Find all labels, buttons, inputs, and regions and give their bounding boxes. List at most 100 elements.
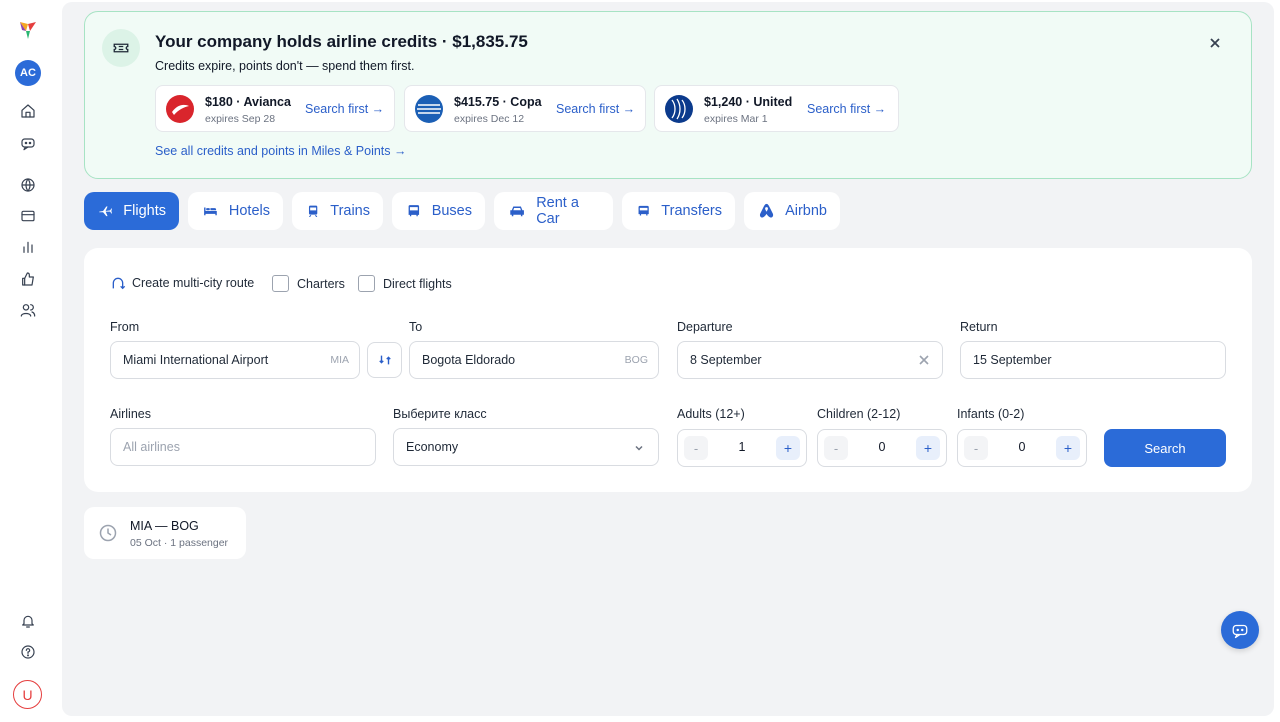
- flight-search-panel: Create multi-city route Charters Direct …: [84, 248, 1252, 492]
- close-icon[interactable]: [1209, 36, 1225, 52]
- adults-stepper: - 1 +: [677, 429, 807, 467]
- increment-button[interactable]: +: [776, 436, 800, 460]
- departure-value: 8 September: [690, 353, 762, 367]
- chat-bot-icon[interactable]: [16, 131, 40, 155]
- banner-title: Your company holds airline credits · $1,…: [155, 32, 528, 51]
- recent-route: MIA — BOG: [130, 519, 199, 533]
- direct-flights-label: Direct flights: [383, 276, 452, 291]
- swap-icon: [378, 355, 391, 365]
- children-value: 0: [878, 440, 886, 454]
- bed-icon: [204, 207, 217, 216]
- charters-checkbox[interactable]: Charters: [272, 275, 345, 292]
- transfer-icon: [638, 205, 649, 216]
- route-icon: [112, 277, 126, 290]
- tab-label: Trains: [330, 203, 370, 219]
- search-first-link[interactable]: Search first →: [556, 102, 635, 116]
- ticket-icon: [102, 29, 140, 67]
- infants-label: Infants (0-2): [957, 407, 1025, 421]
- copa-logo-icon: [415, 95, 443, 123]
- decrement-button[interactable]: -: [684, 436, 708, 460]
- car-icon: [510, 206, 524, 217]
- direct-flights-checkbox[interactable]: Direct flights: [358, 275, 452, 292]
- class-select[interactable]: Economy: [393, 428, 659, 466]
- airlines-placeholder: All airlines: [123, 440, 180, 454]
- credit-card-avianca: $180 · Avianca expires Sep 28 Search fir…: [155, 85, 395, 132]
- credit-expiry: expires Sep 28: [205, 113, 276, 125]
- tab-label: Hotels: [228, 203, 270, 219]
- increment-button[interactable]: +: [1056, 436, 1080, 460]
- tab-trains[interactable]: Trains: [292, 192, 383, 230]
- thumbs-up-icon[interactable]: [16, 267, 40, 291]
- tab-hotels[interactable]: Hotels: [188, 192, 283, 230]
- sidebar: AC U: [0, 0, 58, 722]
- united-logo-icon: [665, 95, 693, 123]
- tab-buses[interactable]: Buses: [392, 192, 485, 230]
- account-avatar[interactable]: AC: [15, 60, 41, 86]
- chat-bot-icon: [1232, 624, 1248, 639]
- chevron-down-icon: [634, 442, 644, 452]
- credit-card-united: $1,240 · United expires Mar 1 Search fir…: [654, 85, 899, 132]
- tab-label: Buses: [431, 203, 472, 219]
- bus-icon: [408, 205, 420, 217]
- airlines-label: Airlines: [110, 407, 151, 421]
- banner-subtitle: Credits expire, points don't — spend the…: [155, 59, 415, 73]
- return-label: Return: [960, 320, 998, 334]
- credit-expiry: expires Mar 1: [704, 113, 768, 125]
- children-label: Children (2-12): [817, 407, 901, 421]
- credit-amount: $180 · Avianca: [205, 95, 291, 109]
- infants-value: 0: [1018, 440, 1026, 454]
- to-label: To: [409, 320, 423, 334]
- tab-transfers[interactable]: Transfers: [622, 192, 735, 230]
- departure-input[interactable]: 8 September: [677, 341, 943, 379]
- return-input[interactable]: 15 September: [960, 341, 1226, 379]
- home-icon[interactable]: [16, 99, 40, 123]
- tab-label: Rent a Car: [536, 195, 579, 227]
- users-icon[interactable]: [16, 298, 40, 322]
- bell-icon[interactable]: [16, 609, 40, 633]
- clear-icon[interactable]: [918, 354, 930, 366]
- departure-label: Departure: [677, 320, 733, 334]
- credit-amount: $1,240 · United: [704, 95, 793, 109]
- increment-button[interactable]: +: [916, 436, 940, 460]
- see-all-credits-link[interactable]: See all credits and points in Miles & Po…: [155, 144, 407, 158]
- return-value: 15 September: [973, 353, 1052, 367]
- credit-amount: $415.75 · Copa: [454, 95, 542, 109]
- to-code: BOG: [624, 354, 648, 366]
- plane-icon: [99, 206, 113, 217]
- class-label: Выберите класс: [393, 407, 487, 421]
- tab-airbnb[interactable]: Airbnb: [744, 192, 840, 230]
- search-first-link[interactable]: Search first →: [305, 102, 384, 116]
- credit-card-icon[interactable]: [16, 204, 40, 228]
- chat-button[interactable]: [1221, 611, 1259, 649]
- airlines-input[interactable]: All airlines: [110, 428, 376, 466]
- main-content: Your company holds airline credits · $1,…: [62, 2, 1274, 716]
- help-icon[interactable]: [16, 640, 40, 664]
- user-avatar[interactable]: U: [13, 680, 42, 709]
- adults-value: 1: [738, 440, 746, 454]
- bar-chart-icon[interactable]: [16, 235, 40, 259]
- checkbox[interactable]: [272, 275, 289, 292]
- swap-button[interactable]: [367, 342, 402, 378]
- class-value: Economy: [406, 440, 459, 454]
- from-code: MIA: [330, 354, 349, 366]
- charters-label: Charters: [297, 276, 345, 291]
- search-button[interactable]: Search: [1104, 429, 1226, 467]
- brand-logo[interactable]: [16, 18, 40, 42]
- tab-rent-a-car[interactable]: Rent a Car: [494, 192, 613, 230]
- avianca-logo-icon: [166, 95, 194, 123]
- multi-city-route-option[interactable]: Create multi-city route: [110, 275, 254, 291]
- tab-label: Transfers: [661, 203, 722, 219]
- credit-expiry: expires Dec 12: [454, 113, 525, 125]
- checkbox[interactable]: [358, 275, 375, 292]
- from-input[interactable]: Miami International Airport MIA: [110, 341, 360, 379]
- credit-card-copa: $415.75 · Copa expires Dec 12 Search fir…: [404, 85, 646, 132]
- recent-search-item[interactable]: MIA — BOG 05 Oct · 1 passenger: [84, 507, 246, 559]
- airbnb-icon: [759, 203, 774, 218]
- decrement-button[interactable]: -: [824, 436, 848, 460]
- search-first-link[interactable]: Search first →: [807, 102, 886, 116]
- tab-flights[interactable]: Flights: [84, 192, 179, 230]
- decrement-button[interactable]: -: [964, 436, 988, 460]
- to-input[interactable]: Bogota Eldorado BOG: [409, 341, 659, 379]
- tab-label: Airbnb: [785, 203, 827, 219]
- globe-icon[interactable]: [16, 173, 40, 197]
